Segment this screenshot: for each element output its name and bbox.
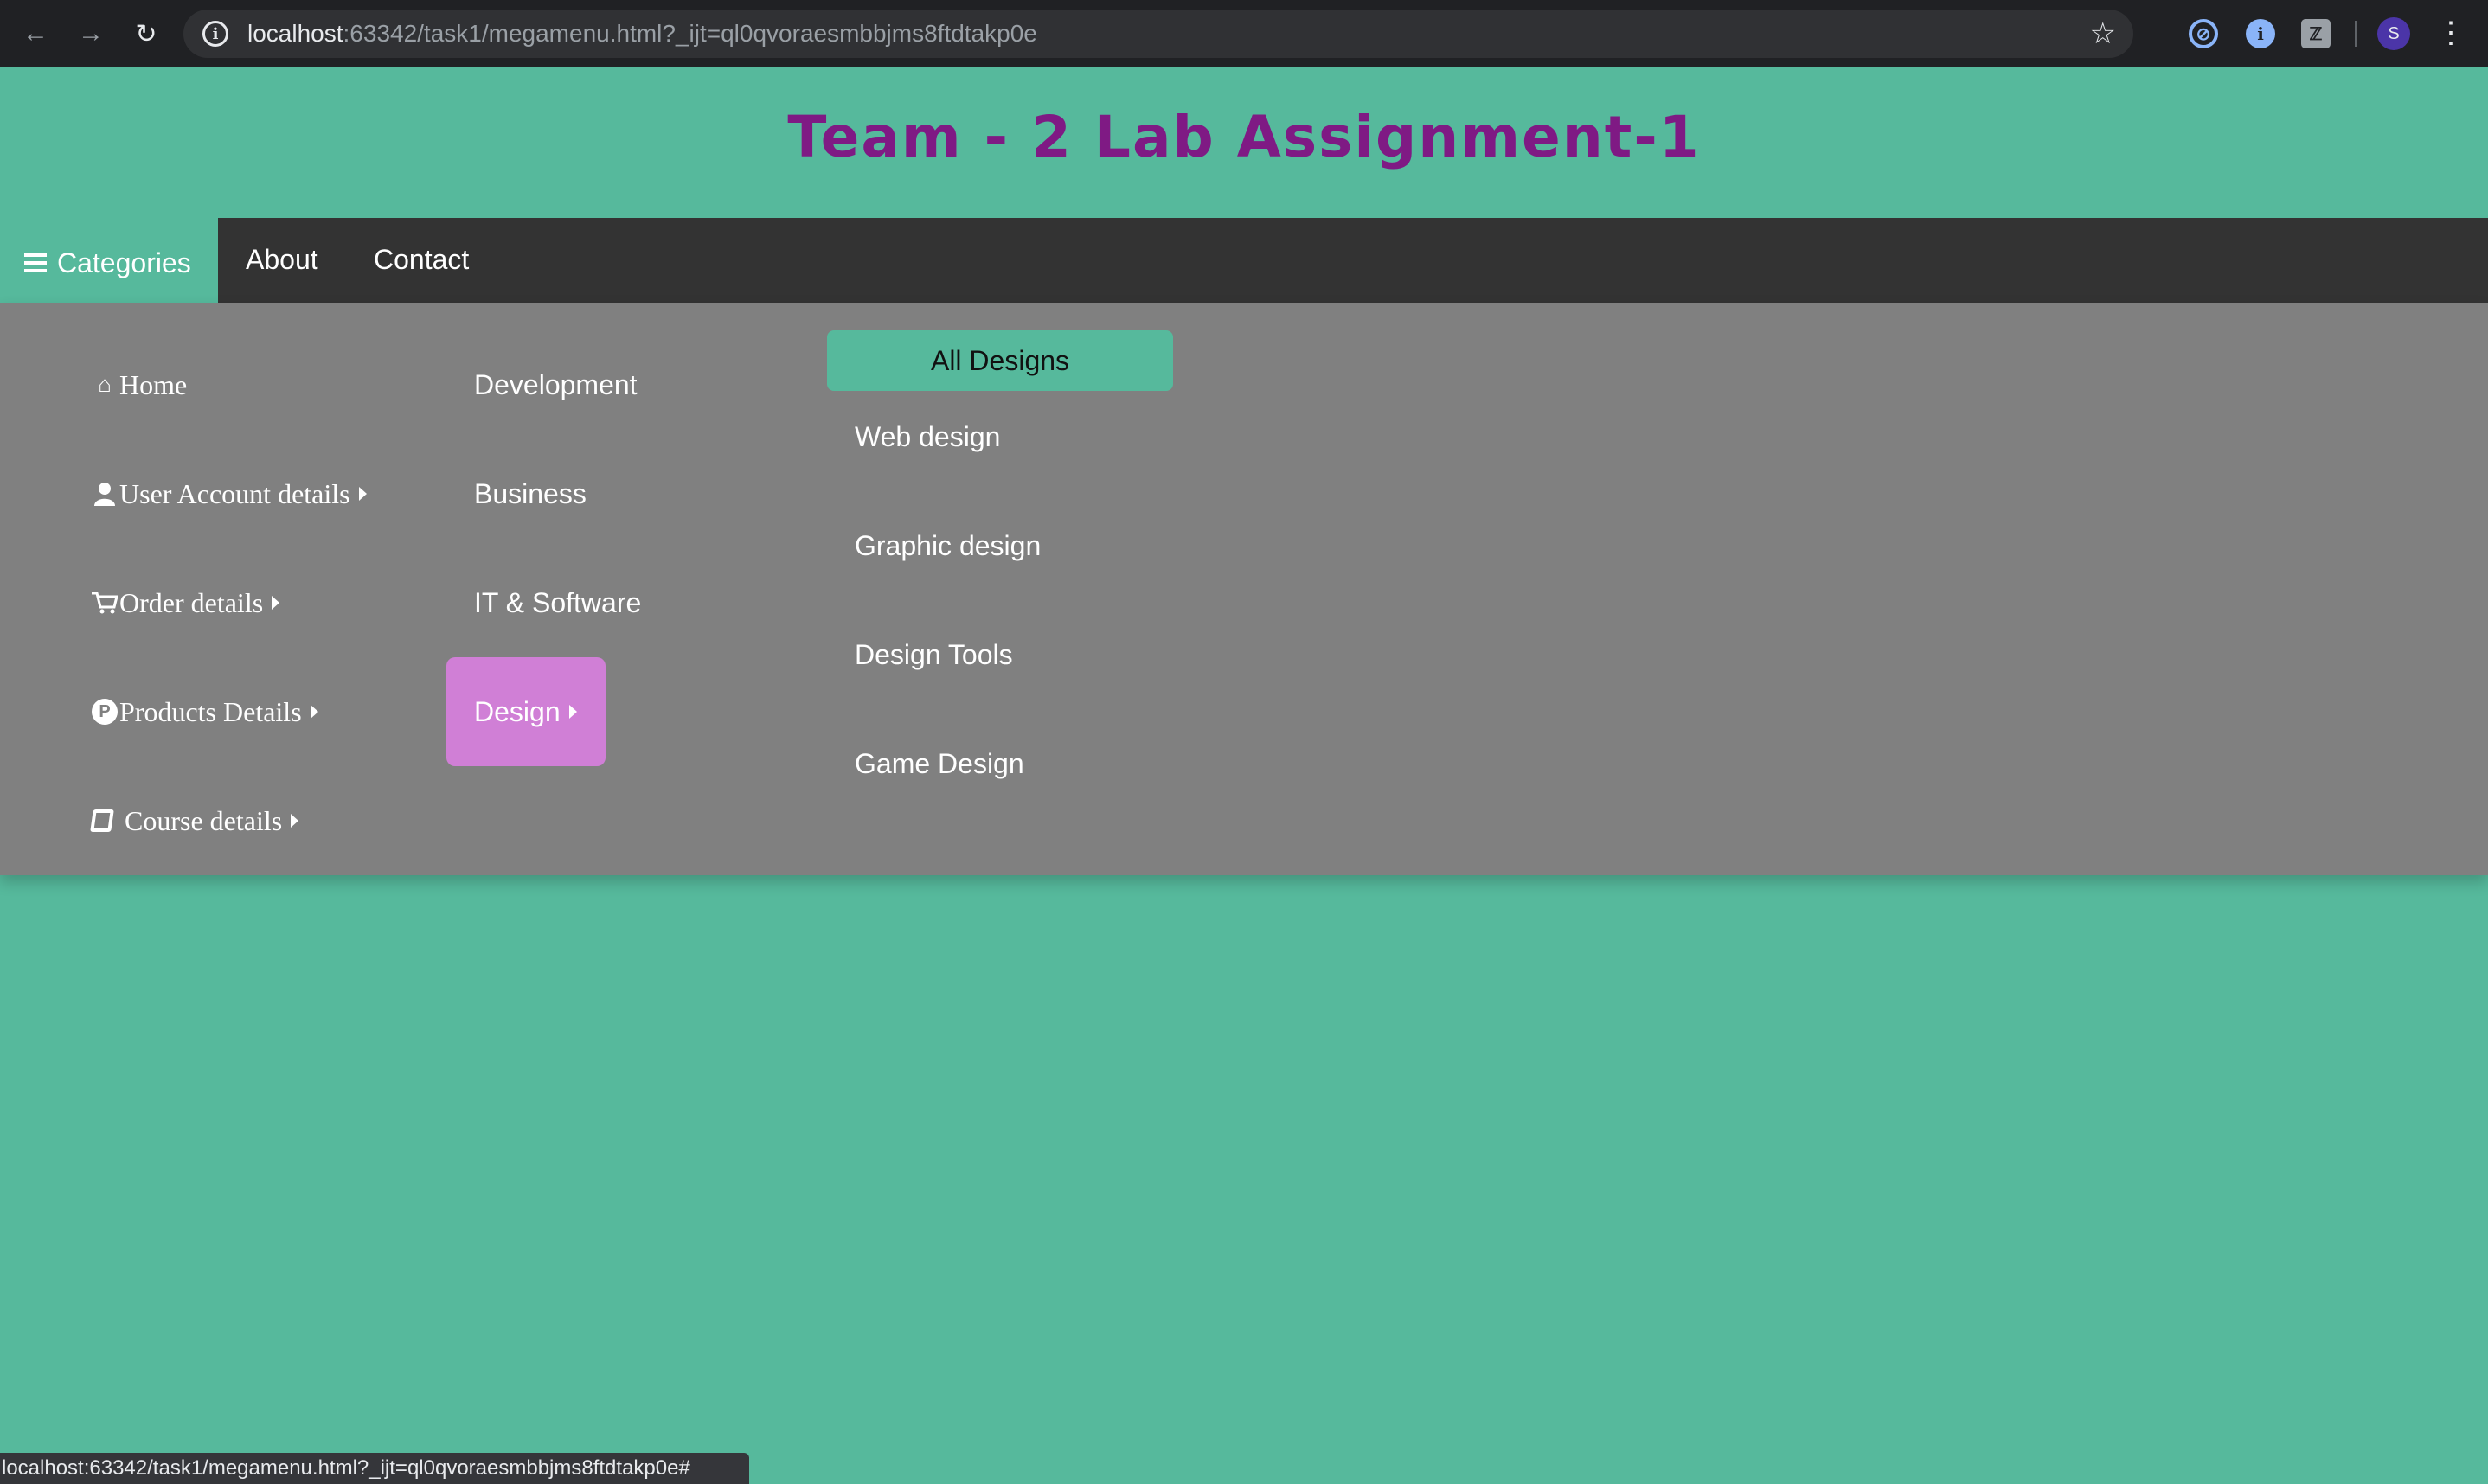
reload-icon[interactable]: ↻ — [126, 14, 166, 54]
subcategory-web-design[interactable]: Web design — [855, 415, 1000, 458]
categories-label: Categories — [57, 246, 191, 278]
extension-icon[interactable]: ℤ — [2301, 19, 2331, 48]
mega-menu-dropdown: ⌂ Home User Account details Order detail… — [0, 303, 2488, 875]
category-design[interactable]: Design — [446, 657, 606, 766]
subcategory-design-tools[interactable]: Design Tools — [855, 633, 1013, 676]
address-bar[interactable]: i localhost:63342/task1/megamenu.html?_i… — [183, 10, 2133, 58]
menu-item-label: User Account details — [119, 477, 350, 509]
cart-icon — [92, 590, 118, 616]
menu-item-label: Course details — [125, 804, 283, 836]
home-icon: ⌂ — [98, 372, 112, 397]
site-info-icon[interactable]: i — [202, 21, 228, 47]
menu-item-user-account[interactable]: User Account details — [92, 472, 367, 515]
category-development[interactable]: Development — [474, 363, 638, 406]
menu-item-label: Order details — [119, 586, 264, 618]
all-designs-button[interactable]: All Designs — [827, 330, 1173, 391]
toolbar-divider — [2355, 21, 2357, 47]
caret-right-icon — [310, 705, 318, 719]
menu-item-label: Home — [119, 368, 188, 400]
forward-icon[interactable]: → — [71, 14, 111, 54]
caret-right-icon — [291, 814, 299, 828]
page-title: Team - 2 Lab Assignment-1 — [787, 104, 1701, 170]
caret-right-icon — [272, 596, 280, 610]
menu-item-course-details[interactable]: Course details — [90, 799, 299, 842]
caret-right-icon — [568, 705, 577, 719]
info-extension-icon[interactable]: i — [2246, 19, 2275, 48]
menu-item-label: Products Details — [119, 695, 302, 727]
nav-link-about[interactable]: About — [246, 218, 318, 303]
url-path: :63342/task1/megamenu.html?_ijt=ql0qvora… — [343, 20, 1037, 47]
navbar: Categories About Contact — [0, 218, 2488, 303]
status-bar-url: localhost:63342/task1/megamenu.html?_ijt… — [0, 1453, 749, 1484]
category-design-label: Design — [474, 695, 561, 727]
browser-toolbar: ← → ↻ i localhost:63342/task1/megamenu.h… — [0, 0, 2488, 67]
user-icon — [92, 481, 118, 507]
nav-link-contact[interactable]: Contact — [374, 218, 469, 303]
more-menu-icon[interactable]: ⋮ — [2436, 16, 2466, 54]
back-icon[interactable]: ← — [16, 14, 55, 54]
menu-item-order-details[interactable]: Order details — [92, 581, 280, 624]
menu-item-products-details[interactable]: P Products Details — [92, 690, 318, 733]
hamburger-icon — [24, 249, 47, 277]
category-it-software[interactable]: IT & Software — [474, 581, 641, 624]
menu-item-home[interactable]: ⌂ Home — [92, 363, 187, 406]
subcategory-game-design[interactable]: Game Design — [855, 742, 1024, 785]
url-host: localhost — [247, 20, 343, 47]
book-icon — [90, 809, 114, 832]
block-extension-icon[interactable]: ⊘ — [2189, 19, 2218, 48]
subcategory-graphic-design[interactable]: Graphic design — [855, 524, 1041, 567]
product-p-icon: P — [92, 699, 118, 725]
category-business[interactable]: Business — [474, 472, 587, 515]
caret-right-icon — [358, 487, 367, 501]
categories-button[interactable]: Categories — [0, 218, 218, 303]
profile-avatar[interactable]: S — [2377, 17, 2410, 50]
bookmark-star-icon[interactable]: ☆ — [2090, 16, 2116, 51]
